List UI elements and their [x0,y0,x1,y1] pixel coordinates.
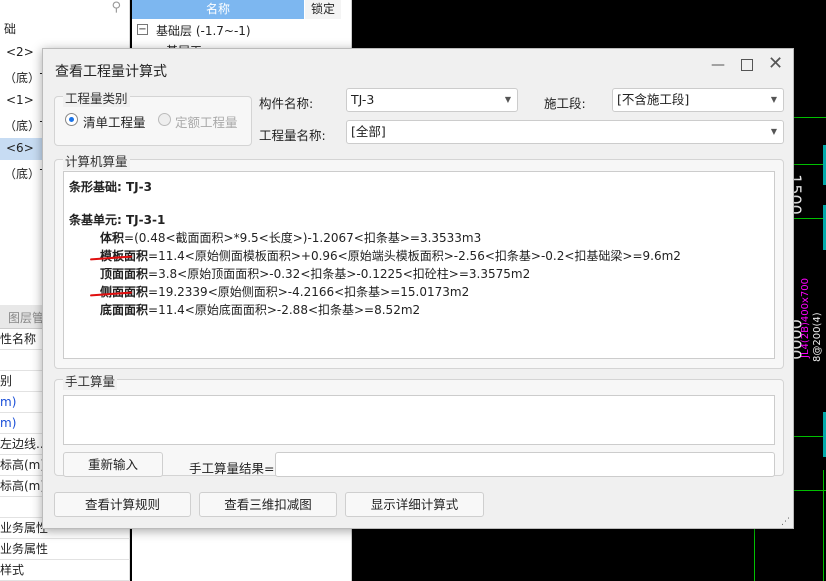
component-name-label: 构件名称: [259,96,314,111]
formula-expression: =(0.48<截面面积>*9.5<长度>)-1.2067<扣条基>=3.3533… [124,231,482,245]
cad-beam-label: JL4(2B)400x700 [800,278,811,358]
radio-dot [69,117,74,122]
formula-line: 模板面积=11.4<原始侧面模板面积>+0.96<原始端头模板面积>-2.56<… [100,247,681,264]
formula-expression: =3.8<原始顶面面积>-0.32<扣条基>-0.1225<扣砼柱>=3.357… [148,267,531,281]
close-icon[interactable]: ✕ [768,53,783,74]
show-detail-formula-button[interactable]: 显示详细计算式 [345,492,484,517]
property-row[interactable]: 样式 [0,560,130,581]
group-label: 工程量类别 [63,88,130,107]
dialog-title: 查看工程量计算式 [55,64,167,80]
formula-expression: =11.4<原始底面面积>-2.88<扣条基>=8.52m2 [148,303,421,317]
stage-label: 施工段: [544,96,586,111]
group-label: 手工算量 [63,371,118,390]
tree-item[interactable]: <1> [6,93,34,107]
tab-layer-manage[interactable]: 图层管 [8,309,44,326]
formula-line: 顶面面积=3.8<原始顶面面积>-0.32<扣条基>-0.1225<扣砼柱>=3… [100,265,530,282]
component-title: 条形基础: TJ-3 [69,180,152,194]
search-icon[interactable]: ⚲ [111,0,121,15]
tree-item-selected[interactable]: <6> [6,141,34,155]
manual-result-label: 手工算量结果= [189,461,275,476]
view-calc-rules-button[interactable]: 查看计算规则 [54,492,191,517]
stage-select[interactable]: [不含施工段] ▼ [612,88,784,112]
select-value: [全部] [351,124,386,139]
manual-quantity-group: 手工算量 重新输入 手工算量结果= [54,371,784,477]
formula-expression: =19.2339<原始侧面积>-4.2166<扣条基>=15.0173m2 [148,285,470,299]
property-row[interactable]: 业务属性 [0,539,130,560]
cad-rebar-label: 8@200(4) [812,312,823,362]
quantity-name-select[interactable]: [全部] ▼ [346,120,784,144]
cad-line [793,436,826,437]
tree-item[interactable]: <2> [6,45,34,59]
floor-item[interactable]: 基础层 (-1.7~-1) [156,22,251,39]
dropdown-arrow-icon: ▼ [770,95,777,104]
unit-title: 条基单元: TJ-3-1 [69,213,166,227]
cad-line [793,218,826,219]
quantity-category-group: 工程量类别 清单工程量 定额工程量 [54,88,252,146]
tree-item[interactable]: 础 [4,20,16,37]
radio-quota-quantity[interactable] [158,113,171,126]
computer-quantity-group: 计算机算量 条形基础: TJ-3 条基单元: TJ-3-1 体积=(0.48<截… [54,151,784,369]
reenter-button[interactable]: 重新输入 [63,452,163,477]
collapse-icon[interactable]: − [137,24,148,35]
column-header-name[interactable]: 名称 [132,0,304,19]
formula-name: 底面面积 [100,303,149,317]
radio-bill-quantity[interactable] [65,113,78,126]
dropdown-arrow-icon: ▼ [504,95,511,104]
formula-text-area[interactable]: 条形基础: TJ-3 条基单元: TJ-3-1 体积=(0.48<截面面积>*9… [63,171,775,359]
manual-result-input[interactable] [275,452,775,477]
view-3d-deduction-button[interactable]: 查看三维扣减图 [199,492,337,517]
cad-line [823,470,824,581]
group-label: 计算机算量 [63,151,130,170]
formula-name: 体积 [100,231,125,245]
radio-label: 清单工程量 [83,115,146,130]
resize-grip-icon[interactable]: ⋰ [781,517,790,527]
manual-formula-input[interactable] [63,395,775,445]
radio-label: 定额工程量 [175,115,238,130]
minimize-icon[interactable]: — [711,57,725,73]
component-name-select[interactable]: TJ-3 ▼ [346,88,518,112]
cad-line [793,164,826,165]
formula-line: 体积=(0.48<截面面积>*9.5<长度>)-1.2067<扣条基>=3.35… [100,229,481,246]
select-value: TJ-3 [351,92,375,107]
formula-line: 底面面积=11.4<原始底面面积>-2.88<扣条基>=8.52m2 [100,301,420,318]
quantity-formula-dialog: 查看工程量计算式 — ✕ 工程量类别 清单工程量 定额工程量 构件名称: TJ-… [42,48,794,529]
formula-name: 顶面面积 [100,267,149,281]
select-value: [不含施工段] [617,92,690,107]
maximize-icon[interactable] [741,59,753,71]
formula-line: 侧面面积=19.2339<原始侧面积>-4.2166<扣条基>=15.0173m… [100,283,469,300]
formula-expression: =11.4<原始侧面模板面积>+0.96<原始端头模板面积>-2.56<扣条基>… [148,249,681,263]
quantity-name-label: 工程量名称: [259,128,326,143]
cad-line [793,117,826,118]
dropdown-arrow-icon: ▼ [770,127,777,136]
column-header-lock[interactable]: 锁定 [305,0,341,19]
